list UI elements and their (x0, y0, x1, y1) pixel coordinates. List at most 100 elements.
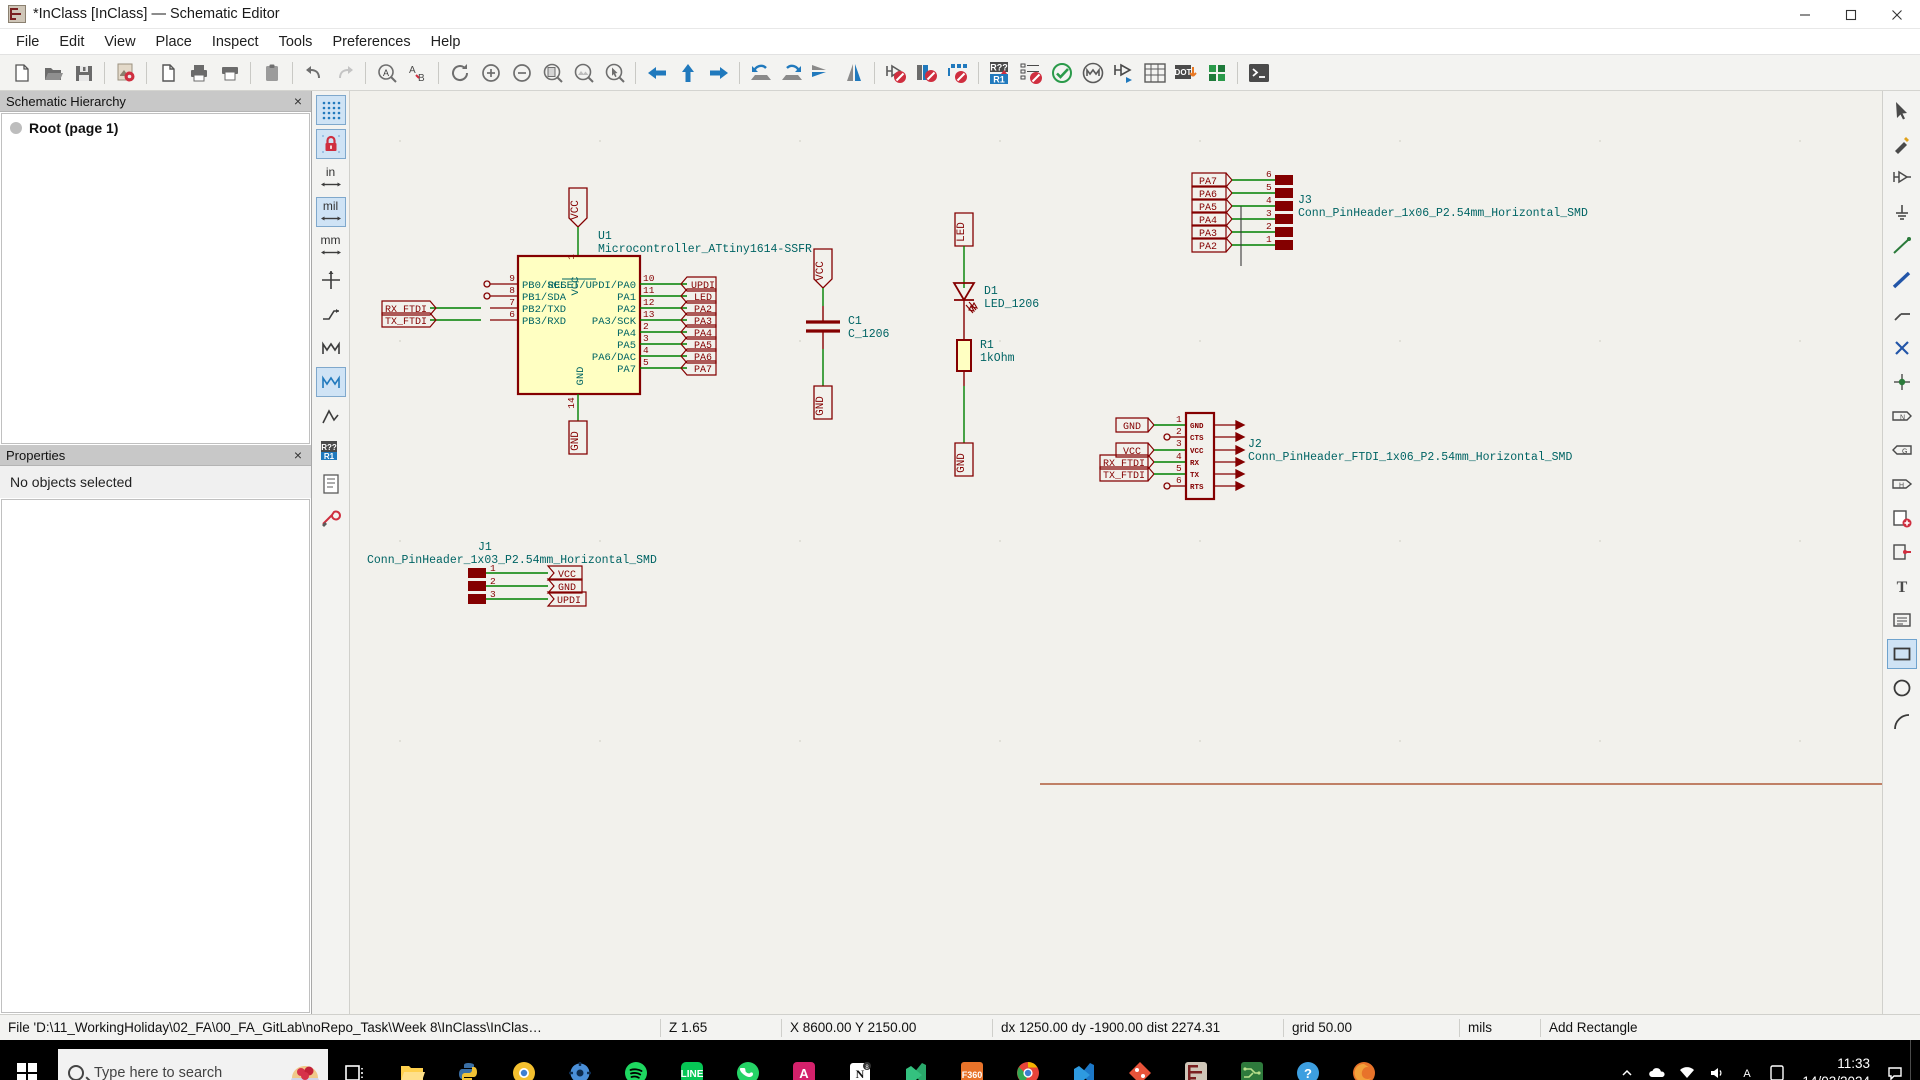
pcb-editor-icon[interactable] (1108, 57, 1139, 88)
chrome-canary-icon[interactable] (496, 1040, 552, 1080)
zoom-in-icon[interactable] (475, 57, 506, 88)
arc-icon[interactable] (1887, 707, 1917, 737)
preferences-wrench-icon[interactable] (316, 503, 346, 533)
textbox-icon[interactable] (1887, 605, 1917, 635)
menu-edit[interactable]: Edit (49, 31, 94, 53)
draw-bus-icon[interactable] (1887, 265, 1917, 295)
symbol-editor-icon[interactable] (880, 57, 911, 88)
python-icon[interactable] (440, 1040, 496, 1080)
net-label-icon[interactable]: N (1887, 401, 1917, 431)
zoom-fit-page-icon[interactable] (537, 57, 568, 88)
bom-table-icon[interactable]: DOT (1170, 57, 1201, 88)
redo-icon[interactable] (329, 57, 360, 88)
unit-mils-button[interactable]: mil (315, 197, 346, 227)
menu-view[interactable]: View (94, 31, 145, 53)
place-symbol-icon[interactable] (1887, 163, 1917, 193)
spotify-icon[interactable] (608, 1040, 664, 1080)
clock[interactable]: 11:33 14/03/2024 (1792, 1040, 1880, 1080)
grid-dots-icon[interactable] (315, 95, 346, 125)
menu-help[interactable]: Help (421, 31, 471, 53)
hidden-pins-icon[interactable]: R?? R1 (316, 435, 346, 465)
no-connect-icon[interactable] (1887, 333, 1917, 363)
datasheet-icon[interactable] (316, 469, 346, 499)
refresh-icon[interactable] (444, 57, 475, 88)
vs-code-insiders-icon[interactable] (888, 1040, 944, 1080)
erc-icon[interactable] (1046, 57, 1077, 88)
close-button[interactable] (1874, 0, 1920, 29)
close-icon[interactable]: × (291, 93, 305, 109)
maximize-button[interactable] (1828, 0, 1874, 29)
cortana-pie-icon[interactable] (288, 1056, 322, 1080)
highlight-net-icon[interactable] (1887, 129, 1917, 159)
leave-sheet-icon[interactable] (641, 57, 672, 88)
rotate-cw-icon[interactable] (776, 57, 807, 88)
kicad-icon[interactable] (1168, 1040, 1224, 1080)
network-icon[interactable] (1672, 1040, 1702, 1080)
onedrive-icon[interactable] (1642, 1040, 1672, 1080)
search-input[interactable]: Type here to search (58, 1049, 328, 1080)
circle-icon[interactable] (1887, 673, 1917, 703)
update-pcb-icon[interactable] (1139, 57, 1170, 88)
fusion360-icon[interactable]: F360 (944, 1040, 1000, 1080)
place-power-icon[interactable] (1887, 197, 1917, 227)
r1-body[interactable] (956, 339, 972, 372)
show-desktop-button[interactable] (1910, 1040, 1918, 1080)
junction-icon[interactable] (1887, 367, 1917, 397)
schematic-drawing[interactable]: VCC U1 Microcontroller_ATtiny1614-SSFR 1… (350, 91, 1882, 1014)
close-icon[interactable]: × (291, 447, 305, 463)
tree-item-root[interactable]: Root (page 1) (10, 120, 301, 136)
windows-start-icon[interactable] (0, 1040, 54, 1080)
ascend-sheet-icon[interactable] (672, 57, 703, 88)
tablet-mode-icon[interactable] (1762, 1040, 1792, 1080)
mirror-horizontal-icon[interactable] (807, 57, 838, 88)
zoom-out-icon[interactable] (506, 57, 537, 88)
file-explorer-icon[interactable] (384, 1040, 440, 1080)
open-folder-icon[interactable] (37, 57, 68, 88)
crosshair-icon[interactable] (316, 265, 346, 295)
text-icon[interactable]: T (1887, 571, 1917, 601)
mirror-vertical-icon[interactable] (838, 57, 869, 88)
notifications-icon[interactable] (1880, 1040, 1910, 1080)
footprint-assign-icon[interactable] (942, 57, 973, 88)
plugin-icon[interactable] (1201, 57, 1232, 88)
scripting-console-icon[interactable] (1243, 57, 1274, 88)
print-preview-icon[interactable] (152, 57, 183, 88)
menu-inspect[interactable]: Inspect (202, 31, 269, 53)
schematic-canvas[interactable]: VCC U1 Microcontroller_ATtiny1614-SSFR 1… (350, 91, 1882, 1014)
sheet-pin-icon[interactable] (1887, 537, 1917, 567)
print-icon[interactable] (183, 57, 214, 88)
bus-entry-icon[interactable] (1887, 299, 1917, 329)
symbol-library-browser-icon[interactable] (911, 57, 942, 88)
erc-exclusion-icon[interactable] (316, 401, 346, 431)
task-view-icon[interactable] (328, 1040, 384, 1080)
status-units[interactable]: mils (1460, 1015, 1540, 1041)
unit-millimeters-button[interactable]: mm (316, 231, 346, 261)
arrow-cursor-icon[interactable] (1887, 95, 1917, 125)
hierarchical-label-icon[interactable]: H (1887, 469, 1917, 499)
vs-code-icon[interactable] (1056, 1040, 1112, 1080)
line-icon[interactable]: LINE (664, 1040, 720, 1080)
settings-icon[interactable] (552, 1040, 608, 1080)
notion-icon[interactable]: N8 (832, 1040, 888, 1080)
bom-icon[interactable] (1015, 57, 1046, 88)
language-icon[interactable]: A (1732, 1040, 1762, 1080)
undo-icon[interactable] (298, 57, 329, 88)
page-settings-icon[interactable] (110, 57, 141, 88)
menu-preferences[interactable]: Preferences (322, 31, 420, 53)
status-grid[interactable]: grid 50.00 (1284, 1015, 1459, 1041)
chrome-icon[interactable] (1000, 1040, 1056, 1080)
rotate-ccw-icon[interactable] (745, 57, 776, 88)
autodesk-icon[interactable]: A (776, 1040, 832, 1080)
menu-file[interactable]: File (6, 31, 49, 53)
add-sheet-icon[interactable] (1887, 503, 1917, 533)
annotate-icon[interactable]: R?? R1 (984, 57, 1015, 88)
zoom-to-selection-icon[interactable] (599, 57, 630, 88)
enter-sheet-icon[interactable] (703, 57, 734, 88)
plot-icon[interactable] (214, 57, 245, 88)
help-icon[interactable]: ? (1280, 1040, 1336, 1080)
hv-wire-icon[interactable] (316, 299, 346, 329)
draw-wire-icon[interactable] (1887, 231, 1917, 261)
kicad-pcb-icon[interactable] (1224, 1040, 1280, 1080)
whatsapp-icon[interactable] (720, 1040, 776, 1080)
paste-icon[interactable] (256, 57, 287, 88)
